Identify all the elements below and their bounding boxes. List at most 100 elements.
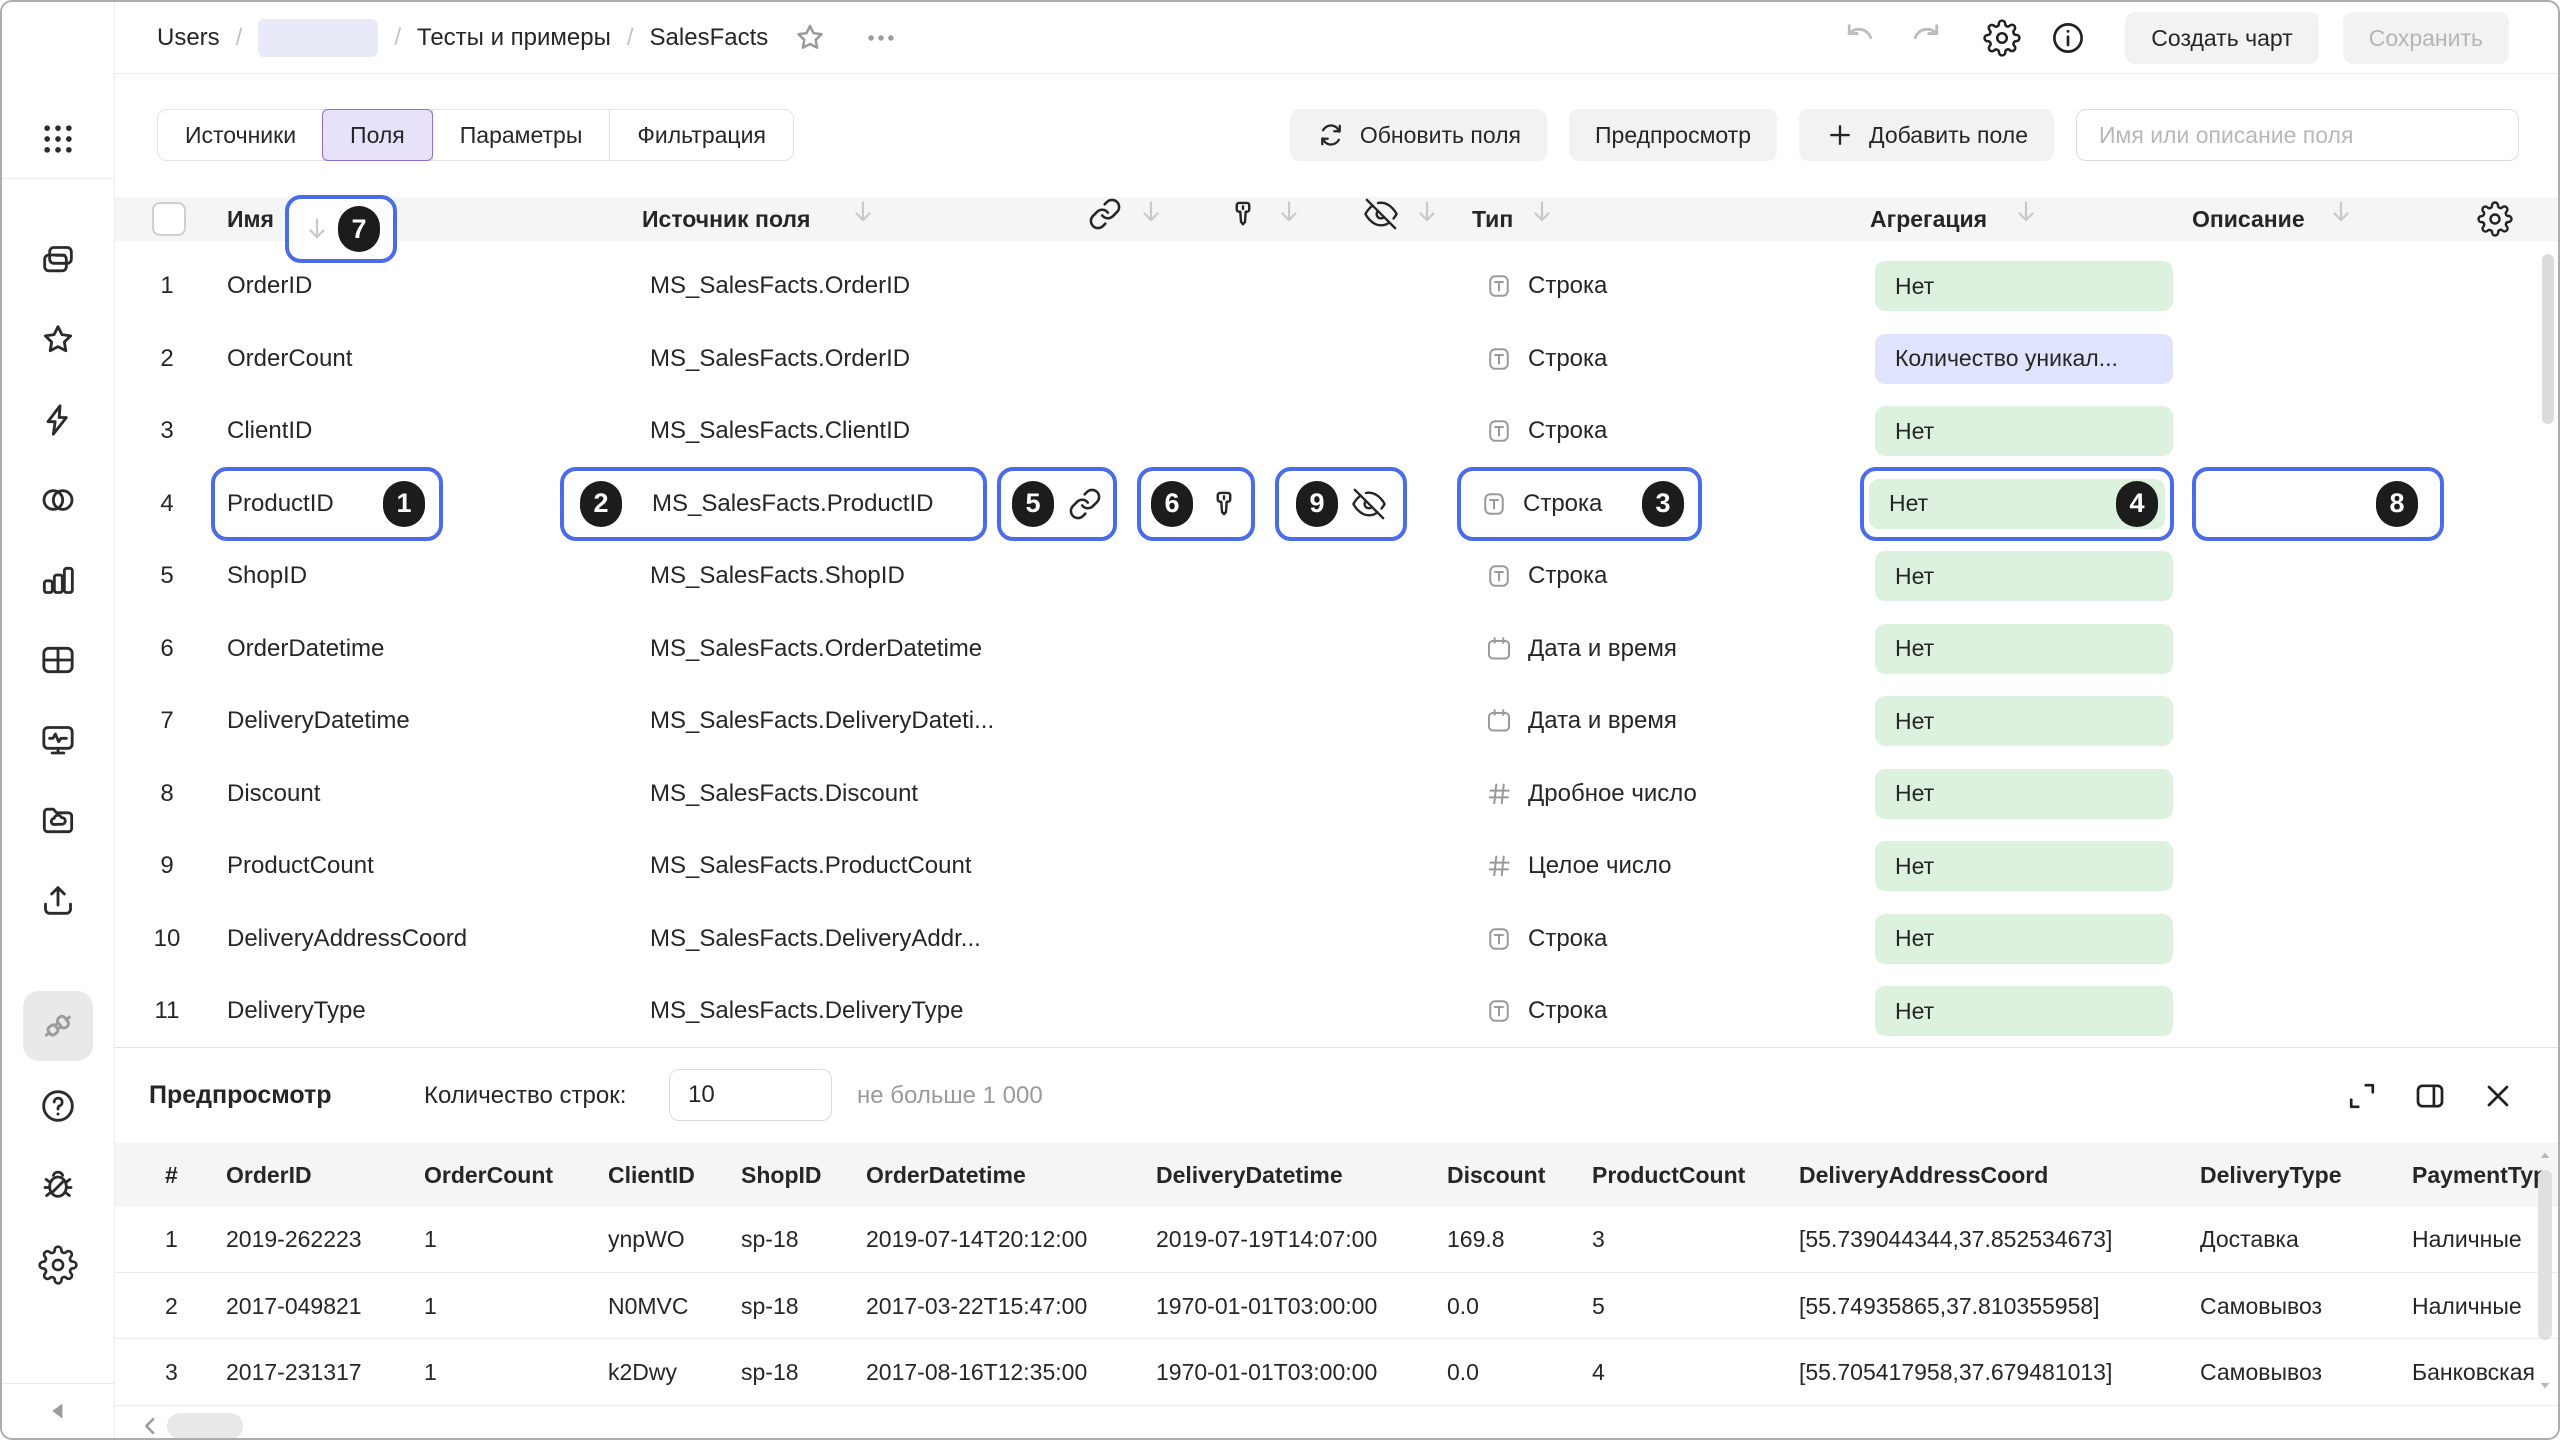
cloud-folder-icon[interactable] — [38, 800, 78, 840]
field-type[interactable]: Строка — [1484, 540, 1607, 613]
sidebar-collapse[interactable] — [2, 1383, 114, 1438]
field-aggregation[interactable]: Нет — [1875, 250, 2173, 323]
monitor-pulse-icon[interactable] — [38, 720, 78, 760]
datasets-circles-icon[interactable] — [38, 480, 78, 520]
field-aggregation[interactable]: Нет — [1875, 903, 2173, 976]
preview-vertical-scrollbar[interactable] — [2537, 1148, 2553, 1393]
cell: 169.8 — [1447, 1207, 1505, 1273]
link-icon[interactable] — [1068, 487, 1102, 521]
scrollbar-thumb[interactable] — [167, 1413, 243, 1439]
field-type[interactable]: Строка — [1484, 250, 1607, 323]
preview-panel: Предпросмотр Количество строк: не больше… — [115, 1047, 2558, 1438]
scroll-up-icon[interactable] — [2537, 1148, 2553, 1164]
callout-aggregation[interactable]: Нет 4 — [1860, 467, 2174, 541]
favorites-star-icon[interactable] — [38, 320, 78, 360]
sort-arrow-icon[interactable] — [2326, 197, 2356, 227]
callout-description[interactable]: 8 — [2192, 467, 2444, 541]
dashboards-grid-icon[interactable] — [38, 640, 78, 680]
row-count-input[interactable] — [669, 1069, 832, 1121]
callout-hidden[interactable]: 9 — [1275, 467, 1407, 541]
sort-arrow-icon[interactable] — [2011, 197, 2041, 227]
field-row-shopid[interactable]: 5 ShopID MS_SalesFacts.ShopID Строка Нет — [115, 540, 2542, 613]
close-icon[interactable] — [2480, 1078, 2516, 1114]
settings-gear-icon[interactable] — [38, 1245, 78, 1285]
field-row-orderid[interactable]: 1 OrderID MS_SalesFacts.OrderID Строка Н… — [115, 250, 2542, 323]
upload-icon[interactable] — [38, 880, 78, 920]
field-aggregation[interactable]: Нет — [1875, 540, 2173, 613]
scrollbar-thumb[interactable] — [2538, 1170, 2552, 1340]
field-aggregation[interactable]: Нет — [1875, 830, 2173, 903]
type-calendar-icon — [1484, 706, 1514, 736]
column-header-name[interactable]: Имя — [227, 197, 274, 241]
callout-field-type[interactable]: Строка 3 — [1457, 467, 1702, 541]
table-settings-gear-icon[interactable] — [2477, 201, 2513, 237]
field-type[interactable]: Дата и время — [1484, 685, 1677, 758]
field-row-deliverytype[interactable]: 11 DeliveryType MS_SalesFacts.DeliveryTy… — [115, 975, 2542, 1047]
field-row-ordercount[interactable]: 2 OrderCount MS_SalesFacts.OrderID Строк… — [115, 323, 2542, 396]
sort-arrow-icon[interactable] — [302, 214, 332, 244]
field-type[interactable]: Дробное число — [1484, 758, 1697, 831]
field-aggregation[interactable]: Нет — [1875, 613, 2173, 686]
help-icon[interactable] — [38, 1086, 78, 1126]
field-aggregation[interactable]: Нет — [1875, 975, 2173, 1047]
row-number: 9 — [145, 830, 189, 903]
eye-off-icon[interactable] — [1352, 487, 1386, 521]
field-aggregation[interactable]: Нет — [1875, 685, 2173, 758]
field-type[interactable]: Строка — [1484, 323, 1607, 396]
field-row-deliverydatetime[interactable]: 7 DeliveryDatetime MS_SalesFacts.Deliver… — [115, 685, 2542, 758]
field-type[interactable]: Строка — [1484, 395, 1607, 468]
services-grid-icon[interactable] — [38, 119, 78, 159]
field-row-productid[interactable]: 4 ProductID 1 2 MS_SalesFacts.ProductID … — [115, 468, 2542, 541]
expand-icon[interactable] — [2344, 1078, 2380, 1114]
column-header-aggregation[interactable]: Агрегация — [1870, 197, 1987, 241]
preview-horizontal-scrollbar[interactable] — [115, 1409, 2558, 1440]
charts-bar-icon[interactable] — [38, 560, 78, 600]
eye-off-column-icon[interactable] — [1364, 197, 1398, 231]
column-header-type[interactable]: Тип — [1472, 197, 1513, 241]
split-view-icon[interactable] — [2412, 1078, 2448, 1114]
field-aggregation[interactable]: Нет — [1875, 758, 2173, 831]
field-row-deliveryaddresscoord[interactable]: 10 DeliveryAddressCoord MS_SalesFacts.De… — [115, 903, 2542, 976]
field-aggregation[interactable]: Количество уникал... — [1875, 323, 2173, 396]
main-area: Users / / Тесты и примеры / SalesFacts С… — [115, 2, 2558, 1438]
key-column-icon[interactable] — [1226, 197, 1260, 231]
column-header-source[interactable]: Источник поля — [642, 197, 810, 241]
lightning-icon[interactable] — [38, 400, 78, 440]
fields-vertical-scrollbar[interactable] — [2542, 254, 2554, 424]
callout-badge-9: 9 — [1296, 481, 1338, 527]
field-type[interactable]: Строка — [1484, 975, 1607, 1047]
sort-arrow-icon[interactable] — [848, 197, 878, 227]
scroll-left-icon[interactable] — [135, 1411, 165, 1440]
bug-report-icon[interactable] — [38, 1165, 78, 1205]
callout-field-source[interactable]: 2 MS_SalesFacts.ProductID — [560, 467, 987, 541]
callout-badge-7: 7 — [338, 206, 380, 252]
field-type[interactable]: Дата и время — [1484, 613, 1677, 686]
field-row-clientid[interactable]: 3 ClientID MS_SalesFacts.ClientID Строка… — [115, 395, 2542, 468]
field-row-productcount[interactable]: 9 ProductCount MS_SalesFacts.ProductCoun… — [115, 830, 2542, 903]
field-row-discount[interactable]: 8 Discount MS_SalesFacts.Discount Дробно… — [115, 758, 2542, 831]
select-all-checkbox[interactable] — [152, 202, 186, 236]
sort-arrow-icon[interactable] — [1136, 197, 1166, 227]
scroll-down-icon[interactable] — [2537, 1377, 2553, 1393]
type-text-icon — [1484, 924, 1514, 954]
column-header-description[interactable]: Описание — [2192, 197, 2305, 241]
datalens-logo-icon[interactable] — [29, 24, 87, 82]
field-aggregation[interactable]: Нет — [1875, 395, 2173, 468]
stacked-objects-icon[interactable] — [38, 240, 78, 280]
sort-arrow-icon[interactable] — [1527, 197, 1557, 227]
field-type[interactable]: Целое число — [1484, 830, 1671, 903]
field-type[interactable]: Строка — [1484, 903, 1607, 976]
type-text-icon — [1484, 416, 1514, 446]
tab-fields[interactable]: Поля — [322, 109, 433, 161]
sort-arrow-icon[interactable] — [1412, 197, 1442, 227]
link-column-icon[interactable] — [1088, 197, 1122, 231]
preview-col-ordercount: OrderCount — [424, 1143, 553, 1207]
callout-field-name[interactable]: ProductID 1 — [211, 467, 443, 541]
callout-key[interactable]: 6 — [1137, 467, 1255, 541]
field-row-orderdatetime[interactable]: 6 OrderDatetime MS_SalesFacts.OrderDatet… — [115, 613, 2542, 686]
cell: sp-18 — [741, 1340, 799, 1406]
key-icon[interactable] — [1207, 487, 1241, 521]
connections-plug-icon[interactable] — [23, 991, 93, 1061]
callout-link[interactable]: 5 — [997, 467, 1117, 541]
sort-arrow-icon[interactable] — [1274, 197, 1304, 227]
